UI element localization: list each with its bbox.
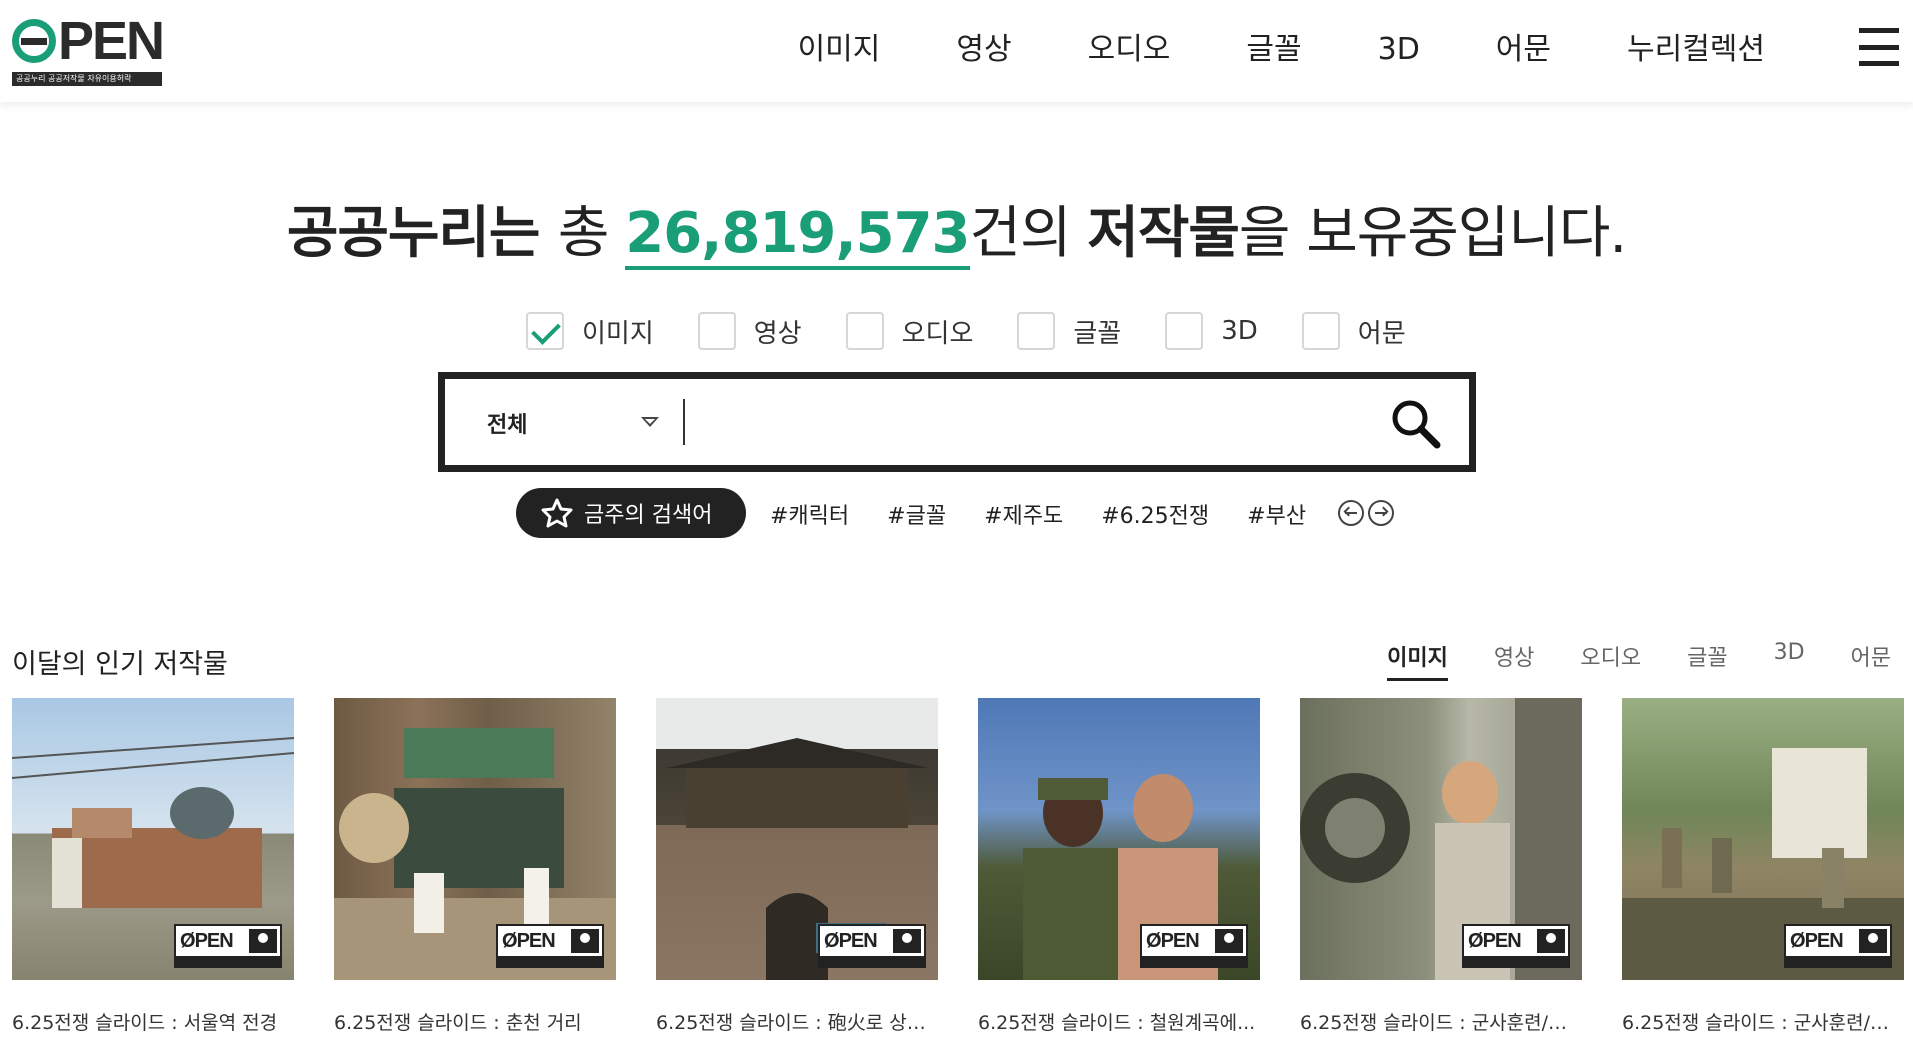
card-title[interactable]: 6.25전쟁 슬라이드 : 군사훈련/군... <box>1622 1008 1904 1035</box>
list-item[interactable]: Ø PEN 6.25전쟁 슬라이드 : 砲火로 상처... <box>656 698 938 1035</box>
main-nav: 이미지 영상 오디오 글꼴 3D 어문 누리컬렉션 <box>760 24 1803 76</box>
logo-wordmark: PEN <box>12 14 165 68</box>
weekly-keywords-badge: 금주의 검색어 <box>516 488 746 538</box>
search-input[interactable] <box>683 399 1363 445</box>
keyword-list: #캐릭터 #글꼴 #제주도 #6.25전쟁 #부산 <box>770 498 1344 530</box>
list-item[interactable]: Ø PEN 6.25전쟁 슬라이드 : 군사훈련/군... <box>1300 698 1582 1035</box>
thumbnail-image[interactable]: Ø PEN <box>12 698 294 980</box>
hero-bold: 저작물 <box>1087 201 1240 266</box>
card-title[interactable]: 6.25전쟁 슬라이드 : 철원계곡에... <box>978 1008 1260 1035</box>
filter-video[interactable]: 영상 <box>697 312 802 350</box>
hero-count: 26,819,573 <box>625 201 971 270</box>
nav-item-3d[interactable]: 3D <box>1340 24 1458 76</box>
open-license-badge: Ø PEN <box>174 924 282 968</box>
tab-audio[interactable]: 오디오 <box>1580 640 1641 681</box>
list-item[interactable]: Ø PEN 6.25전쟁 슬라이드 : 춘천 거리 <box>334 698 616 1035</box>
chevron-down-icon[interactable] <box>641 417 659 427</box>
open-license-badge: Ø PEN <box>1784 924 1892 968</box>
logo[interactable]: PEN 공공누리 공공저작물 자유이용허락 <box>12 14 165 86</box>
checkbox-font[interactable] <box>1017 312 1056 350</box>
tab-video[interactable]: 영상 <box>1494 640 1534 681</box>
list-item[interactable]: Ø PEN 6.25전쟁 슬라이드 : 서울역 전경 <box>12 698 294 1035</box>
popular-card-list: Ø PEN 6.25전쟁 슬라이드 : 서울역 전경 Ø PEN 6.25전쟁 슬라… <box>12 698 1904 1035</box>
card-title[interactable]: 6.25전쟁 슬라이드 : 서울역 전경 <box>12 1008 294 1035</box>
open-license-badge: Ø PEN <box>818 924 926 968</box>
menu-icon[interactable] <box>1859 28 1899 66</box>
card-title[interactable]: 6.25전쟁 슬라이드 : 砲火로 상처... <box>656 1008 938 1035</box>
nav-item-text[interactable]: 어문 <box>1458 24 1589 76</box>
popular-tabs: 이미지 영상 오디오 글꼴 3D 어문 <box>1341 640 1891 681</box>
thumbnail-image[interactable]: Ø PEN <box>1622 698 1904 980</box>
card-title[interactable]: 6.25전쟁 슬라이드 : 군사훈련/군... <box>1300 1008 1582 1035</box>
keyword-tag[interactable]: #캐릭터 <box>770 498 849 530</box>
filter-image[interactable]: 이미지 <box>526 312 654 350</box>
tab-3d[interactable]: 3D <box>1774 640 1805 681</box>
keyword-tag[interactable]: #제주도 <box>984 498 1063 530</box>
arrow-right-icon[interactable] <box>1368 500 1394 526</box>
hero-mid1: 총 <box>557 201 626 266</box>
hero-mid2: 건의 <box>969 201 1088 266</box>
star-icon <box>541 498 573 528</box>
search-icon[interactable] <box>1389 397 1441 449</box>
open-license-badge: Ø PEN <box>1140 924 1248 968</box>
checkbox-video[interactable] <box>697 312 736 350</box>
search-box: 전체 <box>438 372 1476 472</box>
thumbnail-image[interactable]: Ø PEN <box>334 698 616 980</box>
keyword-pager <box>1338 500 1394 526</box>
hero-prefix: 공공누리는 <box>286 201 558 266</box>
nav-item-audio[interactable]: 오디오 <box>1050 24 1209 76</box>
checkbox-image[interactable] <box>526 312 564 350</box>
keyword-tag[interactable]: #6.25전쟁 <box>1101 498 1209 530</box>
tab-text[interactable]: 어문 <box>1851 640 1891 681</box>
tab-image[interactable]: 이미지 <box>1387 640 1448 681</box>
keyword-tag[interactable]: #부산 <box>1247 498 1306 530</box>
filter-audio[interactable]: 오디오 <box>845 312 973 350</box>
header: PEN 공공누리 공공저작물 자유이용허락 이미지 영상 오디오 글꼴 3D 어… <box>0 0 1913 102</box>
search-scope-select[interactable]: 전체 <box>487 407 527 439</box>
filter-text[interactable]: 어문 <box>1301 312 1406 350</box>
checkbox-3d[interactable] <box>1165 312 1204 350</box>
thumbnail-image[interactable]: Ø PEN <box>656 698 938 980</box>
hero-suffix: 을 보유중입니다. <box>1238 201 1627 266</box>
category-filters: 이미지 영상 오디오 글꼴 3D 어문 <box>526 312 1450 350</box>
nav-item-image[interactable]: 이미지 <box>760 24 919 76</box>
checkbox-text[interactable] <box>1301 312 1340 350</box>
nav-item-font[interactable]: 글꼴 <box>1208 24 1339 76</box>
hero-headline: 공공누리는 총 26,819,573건의 저작물을 보유중입니다. <box>0 188 1913 270</box>
filter-font[interactable]: 글꼴 <box>1017 312 1121 350</box>
checkbox-audio[interactable] <box>845 312 884 350</box>
nav-item-collection[interactable]: 누리컬렉션 <box>1589 24 1803 76</box>
open-license-badge: Ø PEN <box>1462 924 1570 968</box>
keyword-tag[interactable]: #글꼴 <box>887 498 946 530</box>
tab-font[interactable]: 글꼴 <box>1687 640 1727 681</box>
thumbnail-image[interactable]: Ø PEN <box>978 698 1260 980</box>
nav-item-video[interactable]: 영상 <box>918 24 1049 76</box>
card-title[interactable]: 6.25전쟁 슬라이드 : 춘천 거리 <box>334 1008 616 1035</box>
list-item[interactable]: Ø PEN 6.25전쟁 슬라이드 : 군사훈련/군... <box>1622 698 1904 1035</box>
thumbnail-image[interactable]: Ø PEN <box>1300 698 1582 980</box>
arrow-left-icon[interactable] <box>1338 500 1364 526</box>
logo-strip: 공공누리 공공저작물 자유이용허락 <box>12 72 162 86</box>
logo-o-icon <box>12 19 56 63</box>
list-item[interactable]: Ø PEN 6.25전쟁 슬라이드 : 철원계곡에... <box>978 698 1260 1035</box>
open-license-badge: Ø PEN <box>496 924 604 968</box>
section-title: 이달의 인기 저작물 <box>12 649 228 680</box>
filter-3d[interactable]: 3D <box>1165 312 1258 350</box>
